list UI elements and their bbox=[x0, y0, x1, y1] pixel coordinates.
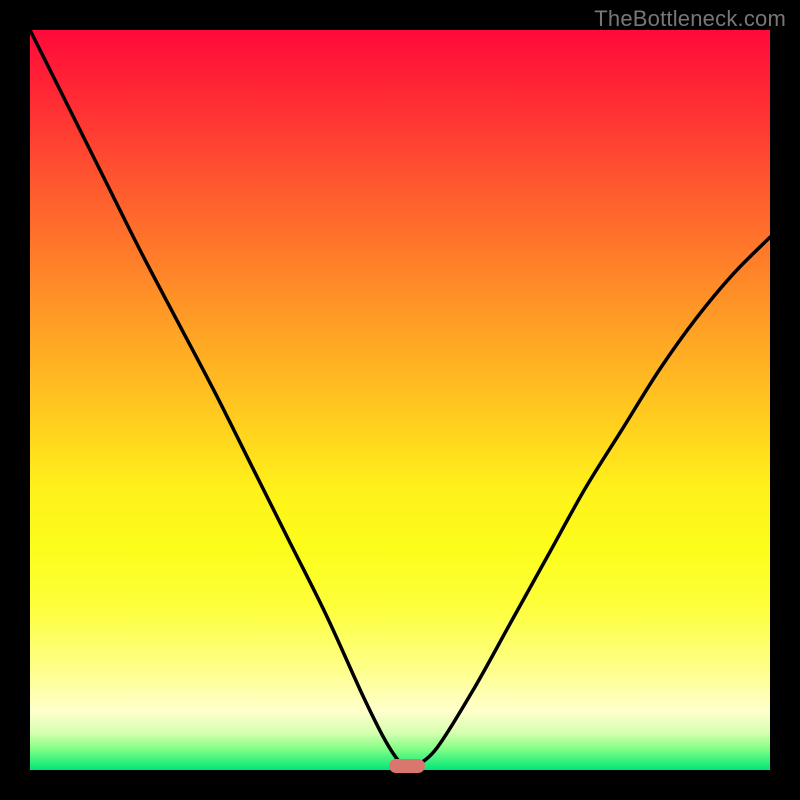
bottleneck-curve bbox=[30, 30, 770, 770]
chart-frame: TheBottleneck.com bbox=[0, 0, 800, 800]
minimum-marker bbox=[389, 759, 425, 773]
watermark-text: TheBottleneck.com bbox=[594, 6, 786, 32]
plot-area bbox=[30, 30, 770, 770]
